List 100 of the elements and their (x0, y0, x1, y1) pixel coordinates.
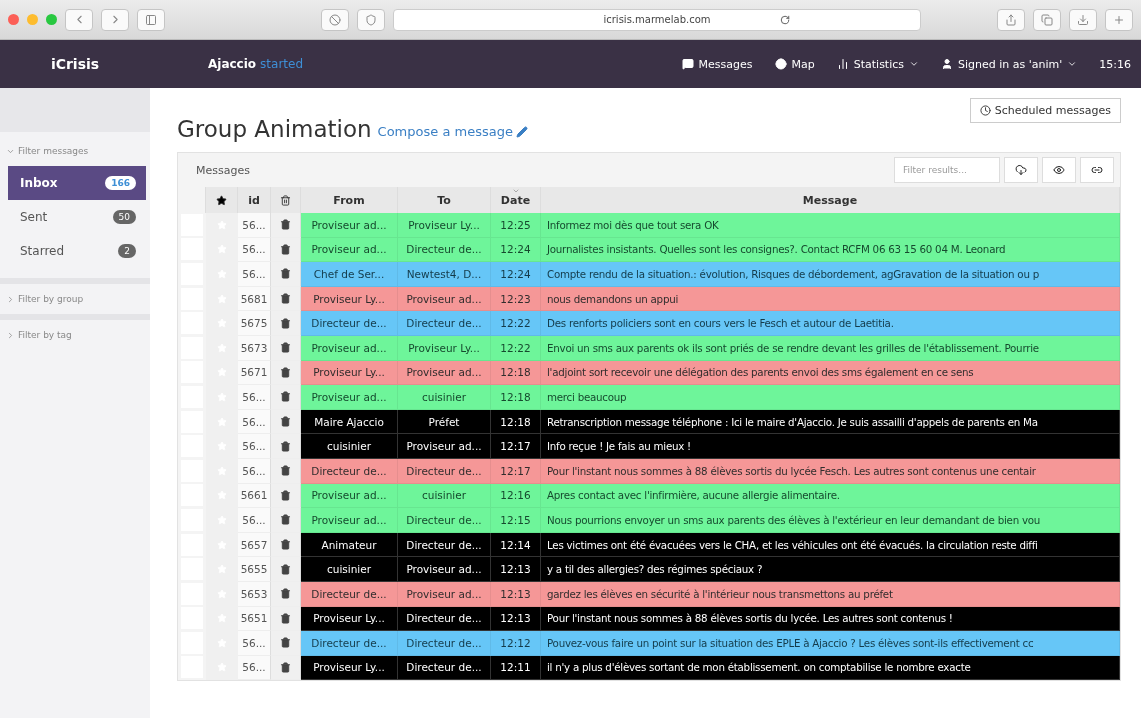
filter-label: Filter messages (18, 146, 89, 156)
folder-label: Inbox (20, 176, 58, 190)
trash-icon[interactable] (280, 416, 291, 428)
share-button[interactable] (997, 8, 1025, 31)
trash-icon[interactable] (280, 612, 291, 624)
folder-item[interactable]: Sent 50 (8, 200, 146, 234)
message-cell[interactable]: y a til des allergies? des régimes spéciaux ? (541, 557, 1120, 582)
message-cell[interactable]: Info reçue ! Je fais au mieux ! (541, 434, 1120, 459)
column-header[interactable]: To (398, 187, 491, 213)
message-cell[interactable]: l'adjoint sort recevoir une délégation des parents envoi des sms également en ce sens (541, 360, 1120, 386)
recipient-cell: Directeur de... (398, 237, 491, 263)
trash-icon[interactable] (280, 514, 291, 526)
sort-icon (511, 187, 520, 195)
count-badge: 2 (118, 244, 136, 258)
date-cell: 12:14 (491, 532, 541, 558)
column-header[interactable]: From (301, 187, 398, 213)
id-cell: 5671 (238, 360, 271, 386)
trash-icon[interactable] (280, 489, 291, 501)
trash-icon[interactable] (280, 293, 291, 305)
trash-icon[interactable] (280, 588, 291, 600)
nav-link[interactable]: Signed in as 'anim' (941, 57, 1078, 71)
block-button[interactable] (321, 8, 349, 31)
message-cell[interactable]: merci beaucoup (541, 385, 1120, 410)
column-header[interactable]: id (238, 187, 271, 213)
message-cell[interactable]: Nous pourrions envoyer un sms aux parents des élèves à l'extérieur en leur demandant de bien vou (541, 508, 1120, 533)
trash-icon[interactable] (280, 637, 291, 649)
message-cell[interactable]: gardez les élèves en sécurité à l'intérieur nous transmettons au préfet (541, 581, 1120, 607)
back-button[interactable] (65, 8, 93, 31)
column-header[interactable]: Date (491, 187, 541, 213)
nav-link[interactable]: Map (774, 57, 815, 71)
trash-icon[interactable] (280, 243, 291, 255)
message-cell[interactable]: Pouvez-vous faire un point sur la situation des EPLE à Ajaccio ? Les élèves sont-ils effectivement cc (541, 631, 1120, 656)
eye-icon (1053, 164, 1065, 176)
compose-link[interactable]: Compose a message (377, 124, 528, 139)
crisis-place: Ajaccio (208, 57, 257, 71)
message-cell[interactable]: nous demandons un appui (541, 286, 1120, 312)
message-cell[interactable]: Retranscription message téléphone : Ici le maire d'Ajaccio. Je suis assailli d'appels de parents en Ma (541, 409, 1120, 435)
recipient-cell: Directeur de... (398, 311, 491, 336)
message-cell[interactable]: Envoi un sms aux parents ok ils sont priés de se rendre devant les grilles de l'établissement. Pourrie (541, 335, 1120, 361)
recipient-cell: Directeur de... (398, 458, 491, 484)
row-select-checkbox[interactable] (180, 656, 203, 679)
folder-item[interactable]: Inbox 166 (8, 166, 146, 200)
close-light-icon[interactable] (8, 14, 19, 25)
minimize-light-icon[interactable] (27, 14, 38, 25)
id-cell: 5675 (238, 311, 271, 336)
id-cell: 56... (238, 237, 271, 263)
filter-field[interactable]: Filter results... (894, 157, 1000, 183)
trash-icon[interactable] (280, 563, 291, 575)
zoom-light-icon[interactable] (46, 14, 57, 25)
reload-icon[interactable] (780, 14, 790, 25)
trash-icon[interactable] (280, 662, 291, 673)
star-icon[interactable] (216, 194, 227, 206)
export-button[interactable] (1004, 157, 1038, 183)
forward-button[interactable] (101, 8, 129, 31)
recipient-cell: Newtest4, D... (398, 262, 491, 287)
scheduled-messages-button[interactable]: Scheduled messages (969, 98, 1121, 123)
recipient-cell: Proviseur ad... (398, 360, 491, 386)
download-button[interactable] (1069, 8, 1097, 31)
message-cell[interactable]: Les victimes ont été évacuées vers le CHA, et les véhicules ont été évacués. la circulation reste diffi (541, 532, 1120, 558)
message-cell[interactable]: Apres contact avec l'infirmière, aucune allergie alimentaire. (541, 483, 1120, 509)
count-badge: 50 (112, 210, 136, 224)
column-header[interactable]: Message (541, 187, 1120, 213)
filter-label: Filter by group (18, 294, 84, 304)
clock-icon (979, 105, 991, 116)
date-cell: 12:25 (491, 213, 541, 238)
extension-button[interactable] (357, 8, 385, 31)
crisis-status: started (260, 57, 304, 71)
trash-icon[interactable] (280, 219, 291, 231)
trash-icon[interactable] (280, 268, 291, 280)
link-button[interactable] (1080, 157, 1114, 183)
brand-name[interactable]: iCrisis (0, 56, 150, 72)
id-cell: 56... (238, 213, 271, 238)
folder-item[interactable]: Starred 2 (8, 234, 146, 268)
trash-icon[interactable] (280, 342, 291, 354)
message-cell[interactable]: Pour l'instant nous sommes à 88 élèves sortis du lycée. Les autres sont contenus ! (541, 606, 1120, 632)
message-cell[interactable]: Journalistes insistants. Quelles sont les consignes?. Contact RCFM 06 63 15 60 04 M. Leonard (541, 237, 1120, 263)
sidebar-button[interactable] (137, 8, 165, 31)
nav-link[interactable]: Statistics (836, 57, 920, 71)
view-button[interactable] (1042, 157, 1076, 183)
panel-title: Messages (196, 163, 250, 177)
message-cell[interactable]: Des renforts policiers sont en cours vers le Fesch et autour de Laetitia. (541, 311, 1120, 336)
trash-icon[interactable] (280, 366, 291, 378)
message-cell[interactable]: il n'y a plus d'élèves sortant de mon établissement. on comptabilise le nombre exacte (541, 655, 1120, 681)
trash-icon[interactable] (280, 539, 291, 550)
recipient-cell: Proviseur ad... (398, 286, 491, 312)
tabs-button[interactable] (1033, 8, 1061, 31)
new-tab-button[interactable] (1105, 8, 1133, 31)
trash-icon[interactable] (280, 317, 291, 329)
trash-icon[interactable] (280, 465, 291, 477)
messages-icon (681, 58, 694, 70)
message-cell[interactable]: Pour l'instant nous sommes à 88 élèves sortis du lycée Fesch. Les autres sont contenus une centair (541, 458, 1120, 484)
id-cell: 56... (238, 385, 271, 410)
id-cell: 56... (238, 655, 271, 681)
message-cell[interactable]: Informez moi dès que tout sera OK (541, 213, 1120, 238)
message-cell[interactable]: Compte rendu de la situation.: évolution, Risques de débordement, agGravation de la situation ou p (541, 262, 1120, 287)
nav-link[interactable]: Messages (681, 57, 753, 71)
folder-label: Starred (20, 244, 65, 258)
address-field[interactable]: icrisis.marmelab.com (393, 8, 921, 31)
trash-icon[interactable] (280, 440, 291, 452)
trash-icon[interactable] (280, 391, 291, 403)
